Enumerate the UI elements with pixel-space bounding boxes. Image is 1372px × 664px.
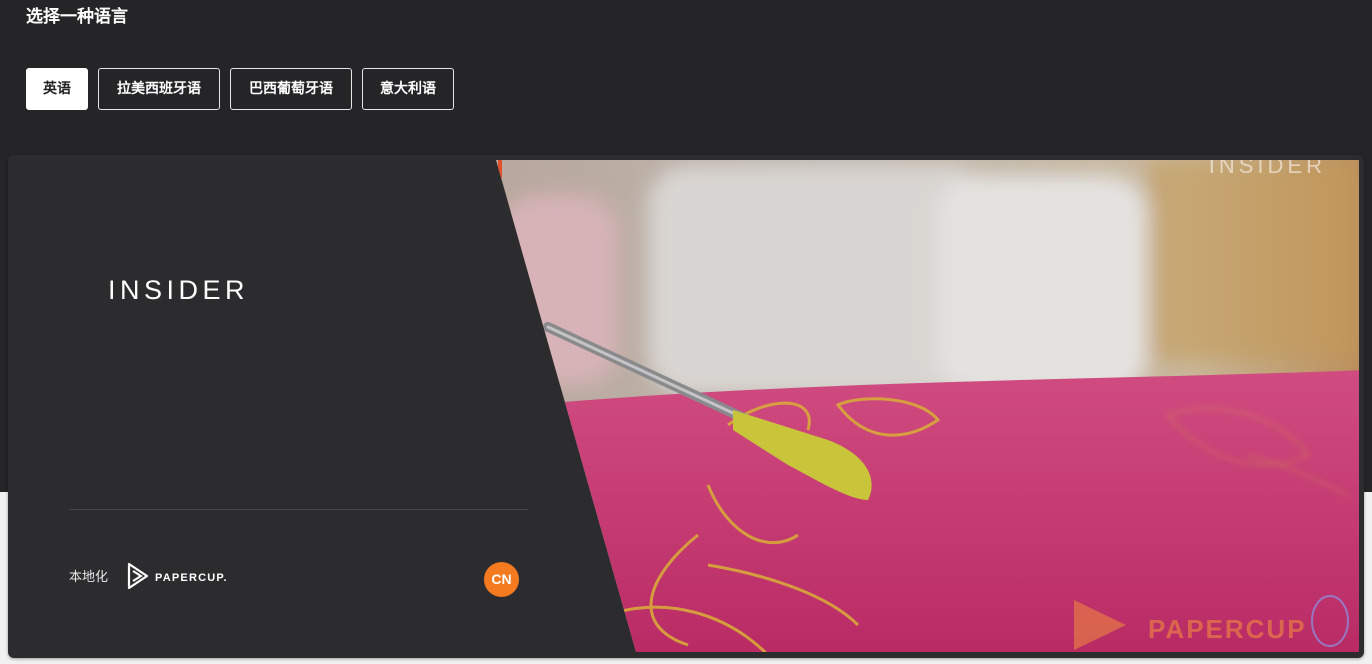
language-tab-brazilian-portuguese[interactable]: 巴西葡萄牙语	[230, 68, 352, 110]
localized-by-label: 本地化	[69, 570, 109, 585]
section-title: 选择一种语言	[26, 7, 128, 27]
language-badge: CN	[484, 562, 519, 597]
language-tab-latam-spanish[interactable]: 拉美西班牙语	[98, 68, 220, 110]
panel-divider	[69, 509, 528, 510]
video-watermark: INSIDER	[1209, 155, 1326, 178]
video-content: INSIDER PAPERCUP	[496, 155, 1359, 652]
language-tab-italian[interactable]: 意大利语	[362, 68, 454, 110]
language-tab-english[interactable]: 英语	[26, 68, 88, 110]
video-player[interactable]: INSIDER PAPERCUP INSIDER 本地化 PAPERCUP. C…	[8, 155, 1364, 658]
papercup-logo: PAPERCUP.	[127, 562, 228, 594]
papercup-icon	[127, 562, 149, 594]
papercup-wordmark: PAPERCUP.	[155, 572, 228, 584]
insider-logo: INSIDER	[108, 275, 250, 305]
video-partner-watermark-text: PAPERCUP	[1148, 614, 1307, 644]
